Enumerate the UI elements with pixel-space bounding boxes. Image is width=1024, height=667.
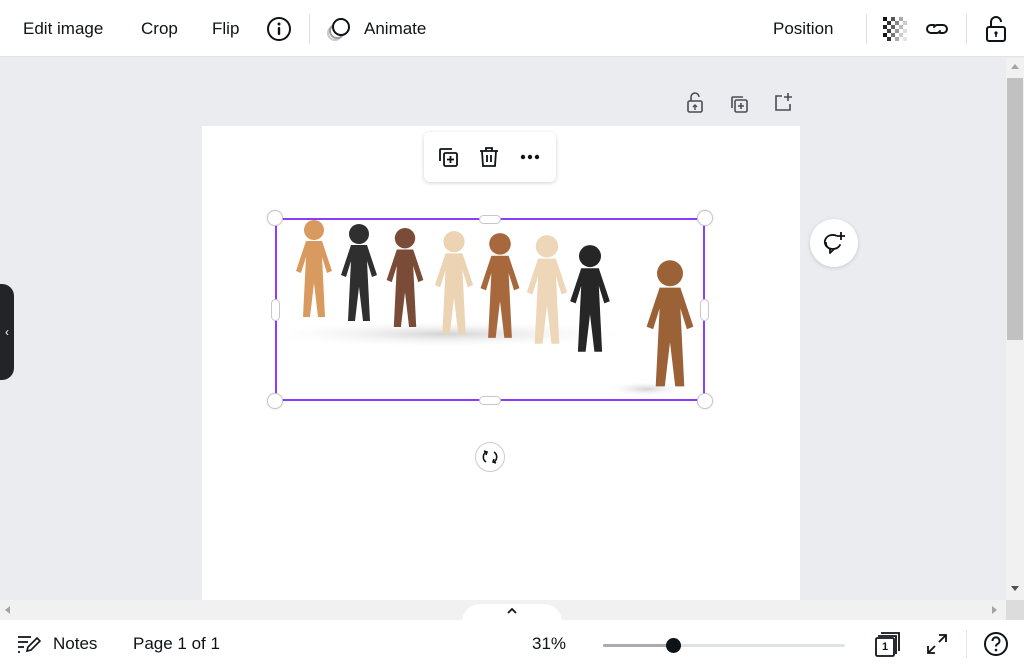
- toolbar-divider: [966, 14, 967, 44]
- zoom-level: 31%: [532, 633, 567, 653]
- flip-label: Flip: [212, 18, 240, 38]
- add-page-icon: [772, 91, 794, 113]
- page-count-badge: 1: [881, 640, 889, 653]
- unlocked-icon: [684, 91, 706, 115]
- selection-box: [275, 218, 705, 401]
- page-grid-button[interactable]: 1: [874, 620, 902, 667]
- toolbar-divider: [866, 14, 867, 44]
- notes-button[interactable]: Notes: [17, 620, 97, 667]
- resize-handle-top[interactable]: [479, 215, 501, 224]
- scrollbar-corner: [1006, 600, 1024, 620]
- lock-button[interactable]: [983, 0, 1009, 57]
- trash-icon: [477, 145, 501, 169]
- resize-handle-left[interactable]: [271, 299, 280, 321]
- crop-label: Crop: [141, 18, 178, 38]
- chevron-left-icon: ‹: [5, 325, 9, 339]
- add-comment-button[interactable]: [810, 219, 858, 267]
- vertical-scroll-thumb[interactable]: [1007, 78, 1023, 340]
- side-panel-toggle[interactable]: ‹: [0, 284, 14, 380]
- more-icon: [518, 145, 542, 169]
- resize-handle-bottom-left[interactable]: [267, 393, 283, 409]
- scroll-up-arrow[interactable]: [1011, 64, 1019, 69]
- fullscreen-button[interactable]: [925, 620, 949, 667]
- animate-button[interactable]: Animate: [326, 0, 426, 57]
- delete-button[interactable]: [477, 145, 501, 169]
- vertical-scrollbar[interactable]: [1006, 58, 1024, 600]
- position-label: Position: [773, 18, 834, 38]
- pages-icon: 1: [874, 630, 902, 658]
- expand-icon: [925, 632, 949, 656]
- page-indicator-label: Page 1 of 1: [133, 633, 220, 653]
- editor-footer: Notes Page 1 of 1 31% 1: [0, 620, 1024, 667]
- crop-button[interactable]: Crop: [141, 0, 178, 57]
- rotate-icon: [481, 448, 499, 466]
- transparency-icon: [883, 16, 907, 41]
- duplicate-icon: [436, 145, 460, 169]
- duplicate-page-button[interactable]: [728, 93, 752, 117]
- resize-handle-top-left[interactable]: [267, 210, 283, 226]
- scroll-right-arrow[interactable]: [992, 606, 997, 614]
- footer-divider: [966, 630, 967, 658]
- unlocked-icon: [983, 15, 1009, 43]
- resize-handle-top-right[interactable]: [697, 210, 713, 226]
- notes-icon: [17, 634, 41, 654]
- edit-image-label: Edit image: [23, 18, 104, 38]
- resize-handle-right[interactable]: [700, 299, 709, 321]
- canvas-area: ‹: [0, 58, 1006, 600]
- zoom-slider[interactable]: [603, 638, 845, 653]
- flip-button[interactable]: Flip: [212, 0, 239, 57]
- animate-icon: [326, 16, 352, 42]
- info-button[interactable]: [266, 0, 292, 57]
- chevron-up-icon: [506, 607, 518, 615]
- comment-add-icon: [820, 229, 848, 257]
- link-icon: [924, 16, 950, 42]
- rotate-handle[interactable]: [475, 442, 505, 472]
- scroll-left-arrow[interactable]: [5, 606, 10, 614]
- info-icon: [266, 16, 292, 42]
- editor-toolbar: Edit image Crop Flip Animate Position: [0, 0, 1024, 57]
- lock-page-button[interactable]: [684, 91, 708, 115]
- toolbar-divider: [309, 14, 310, 44]
- duplicate-button[interactable]: [436, 145, 460, 169]
- zoom-percentage-button[interactable]: 31%: [532, 620, 566, 667]
- element-context-toolbar: [424, 132, 556, 182]
- help-icon: [983, 631, 1009, 657]
- scroll-down-arrow[interactable]: [1011, 586, 1019, 591]
- more-options-button[interactable]: [518, 145, 542, 169]
- notes-label: Notes: [53, 633, 98, 653]
- link-button[interactable]: [924, 0, 950, 57]
- transparency-button[interactable]: [883, 0, 907, 57]
- animate-label: Animate: [364, 18, 427, 38]
- resize-handle-bottom[interactable]: [479, 396, 501, 405]
- help-button[interactable]: [983, 620, 1009, 667]
- edit-image-button[interactable]: Edit image: [23, 0, 103, 57]
- add-page-button[interactable]: [772, 91, 796, 115]
- duplicate-page-icon: [728, 93, 750, 115]
- resize-handle-bottom-right[interactable]: [697, 393, 713, 409]
- page-indicator: Page 1 of 1: [133, 620, 220, 667]
- zoom-slider-fill: [603, 644, 674, 647]
- position-button[interactable]: Position: [773, 0, 833, 57]
